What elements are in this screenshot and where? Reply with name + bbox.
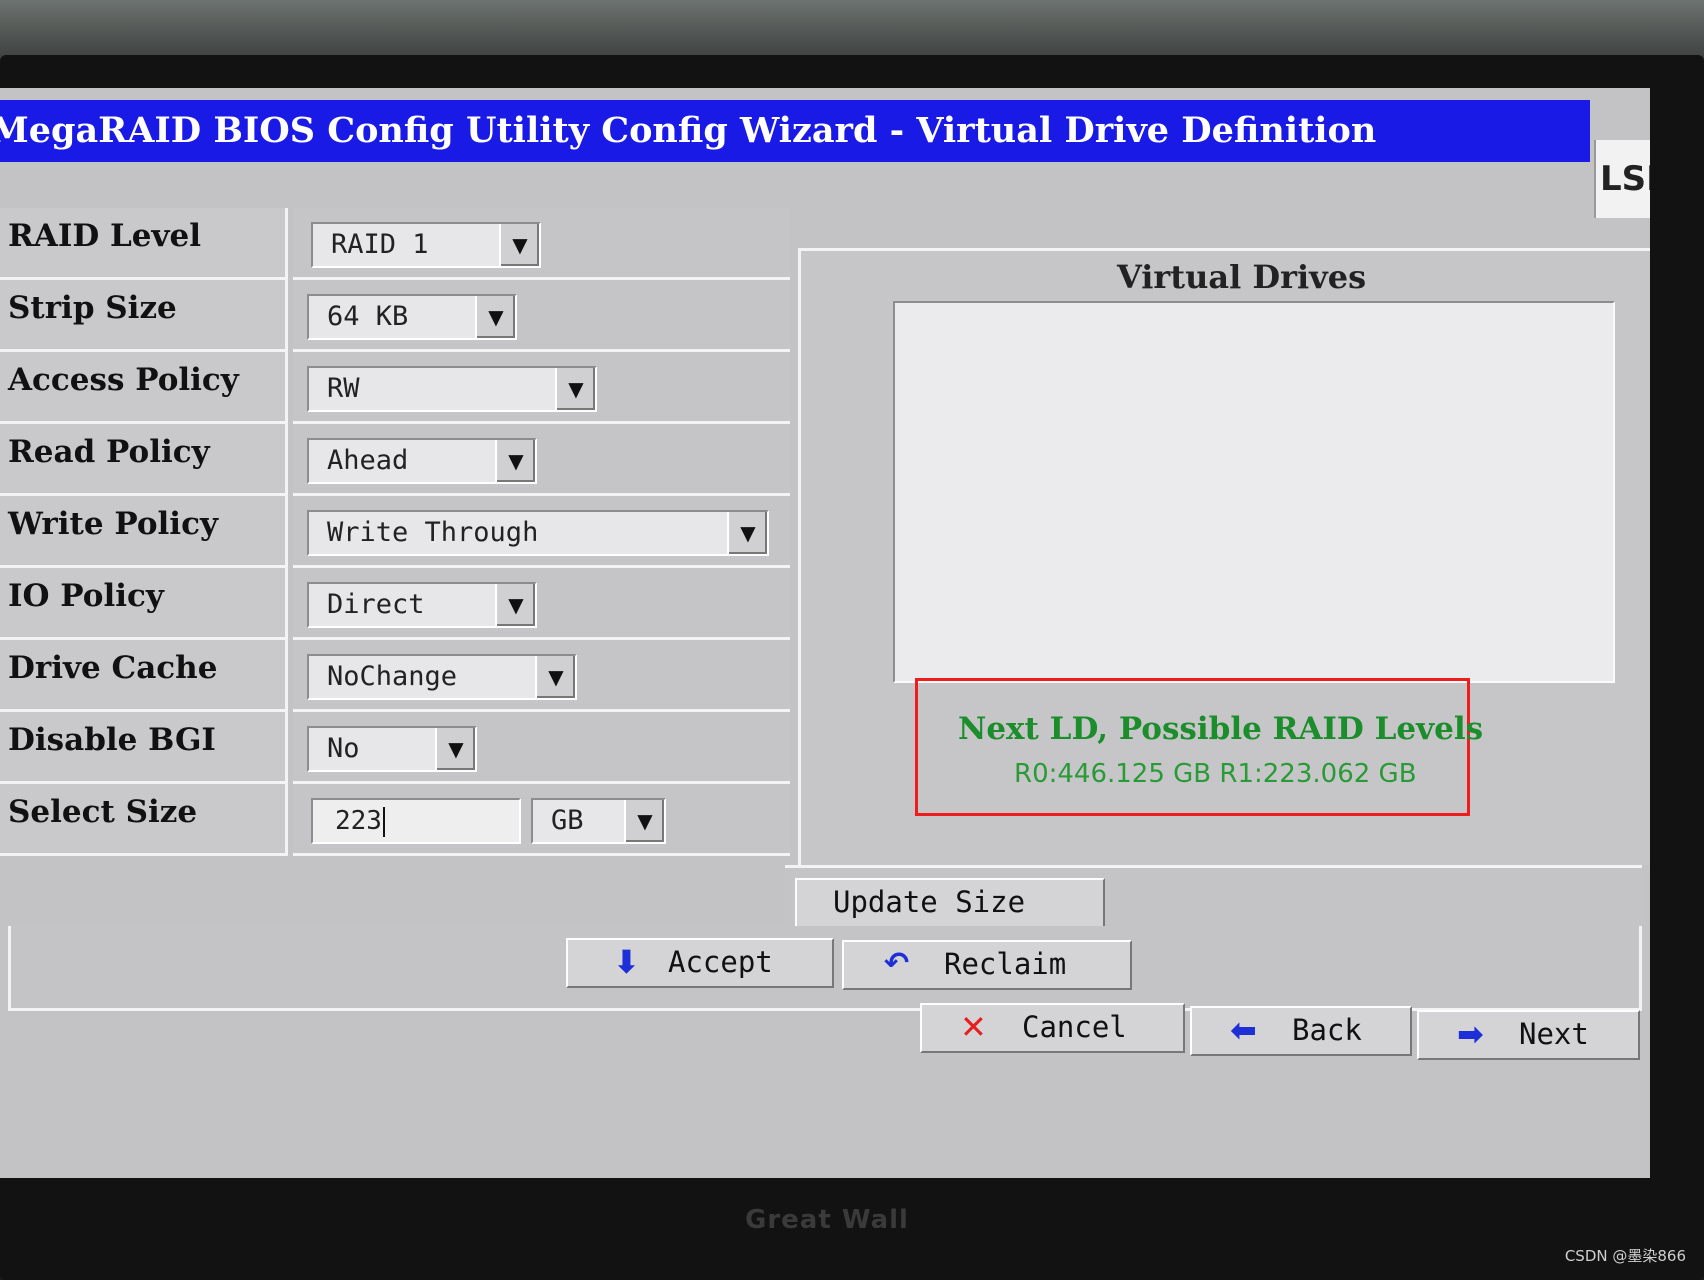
- chevron-down-icon[interactable]: ▼: [555, 368, 595, 410]
- text-caret: [382, 806, 385, 837]
- row-strip-size: Strip Size 64 KB ▼: [0, 280, 790, 352]
- size-unit-select[interactable]: GB ▼: [531, 798, 666, 844]
- undo-icon: ↶: [884, 946, 910, 981]
- io-policy-select[interactable]: Direct ▼: [307, 582, 537, 628]
- bios-screen: MegaRAID BIOS Config Utility Config Wiza…: [0, 88, 1650, 1178]
- accept-button[interactable]: ⬇ Accept: [566, 938, 834, 988]
- row-read-policy: Read Policy Ahead ▼: [0, 424, 790, 496]
- read-policy-select[interactable]: Ahead ▼: [307, 438, 537, 484]
- row-disable-bgi: Disable BGI No ▼: [0, 712, 790, 784]
- row-write-policy: Write Policy Write Through ▼: [0, 496, 790, 568]
- back-button[interactable]: ⬅ Back: [1190, 1006, 1412, 1056]
- drive-cache-label: Drive Cache: [0, 640, 288, 712]
- access-policy-value: RW: [327, 373, 360, 404]
- next-ld-values: R0:446.125 GB R1:223.062 GB: [1014, 759, 1417, 789]
- background-wall: [0, 0, 1704, 60]
- chevron-down-icon[interactable]: ▼: [495, 584, 535, 626]
- write-policy-cell: Write Through ▼: [293, 496, 790, 568]
- disable-bgi-label: Disable BGI: [0, 712, 288, 784]
- strip-size-label: Strip Size: [0, 280, 288, 352]
- io-policy-cell: Direct ▼: [293, 568, 790, 640]
- arrow-right-icon: ➡: [1457, 1015, 1484, 1053]
- raid-level-select[interactable]: RAID 1 ▼: [311, 222, 541, 268]
- write-policy-select[interactable]: Write Through ▼: [307, 510, 769, 556]
- io-policy-label: IO Policy: [0, 568, 288, 640]
- window-title: MegaRAID BIOS Config Utility Config Wiza…: [0, 100, 1590, 162]
- next-label: Next: [1519, 1017, 1589, 1051]
- next-ld-highlight: Next LD, Possible RAID Levels R0:446.125…: [915, 678, 1483, 816]
- read-policy-label: Read Policy: [0, 424, 288, 496]
- chevron-down-icon[interactable]: ▼: [727, 512, 767, 554]
- reclaim-label: Reclaim: [944, 947, 1067, 981]
- chevron-down-icon[interactable]: ▼: [624, 800, 664, 842]
- io-policy-value: Direct: [327, 589, 425, 620]
- strip-size-value: 64 KB: [327, 301, 409, 332]
- logo-text: LSI: [1600, 159, 1650, 199]
- select-size-label: Select Size: [0, 784, 288, 856]
- row-access-policy: Access Policy RW ▼: [0, 352, 790, 424]
- strip-size-cell: 64 KB ▼: [293, 280, 790, 352]
- virtual-drives-title: Virtual Drives: [1117, 258, 1367, 296]
- back-label: Back: [1292, 1013, 1362, 1047]
- row-drive-cache: Drive Cache NoChange ▼: [0, 640, 790, 712]
- arrow-down-icon: ⬇: [613, 943, 640, 981]
- disable-bgi-cell: No ▼: [293, 712, 790, 784]
- next-ld-title: Next LD, Possible RAID Levels: [958, 711, 1484, 747]
- strip-size-select[interactable]: 64 KB ▼: [307, 294, 517, 340]
- virtual-drives-list[interactable]: [893, 301, 1615, 683]
- next-button[interactable]: ➡ Next: [1417, 1010, 1640, 1060]
- cancel-label: Cancel: [1022, 1010, 1127, 1044]
- monitor-brand: Great Wall: [745, 1205, 909, 1235]
- write-policy-label: Write Policy: [0, 496, 288, 568]
- drive-cache-cell: NoChange ▼: [293, 640, 790, 712]
- row-io-policy: IO Policy Direct ▼: [0, 568, 790, 640]
- arrow-left-icon: ⬅: [1230, 1011, 1257, 1049]
- read-policy-value: Ahead: [327, 445, 409, 476]
- raid-level-value: RAID 1: [331, 229, 429, 260]
- write-policy-value: Write Through: [327, 517, 539, 548]
- chevron-down-icon[interactable]: ▼: [495, 440, 535, 482]
- chevron-down-icon[interactable]: ▼: [499, 224, 539, 266]
- disable-bgi-value: No: [327, 733, 360, 764]
- access-policy-select[interactable]: RW ▼: [307, 366, 597, 412]
- reclaim-button[interactable]: ↶ Reclaim: [842, 940, 1132, 990]
- lsi-logo: LSI⋅⋅: [1594, 140, 1650, 218]
- accept-reclaim-row: ⬇ Accept ↶ Reclaim: [8, 926, 1642, 1011]
- chevron-down-icon[interactable]: ▼: [435, 728, 475, 770]
- drive-cache-value: NoChange: [327, 661, 458, 692]
- row-raid-level: RAID Level RAID 1 ▼: [0, 208, 790, 280]
- access-policy-cell: RW ▼: [293, 352, 790, 424]
- row-select-size: Select Size 223 GB ▼: [0, 784, 790, 856]
- disable-bgi-select[interactable]: No ▼: [307, 726, 477, 772]
- accept-label: Accept: [668, 945, 773, 979]
- size-input[interactable]: 223: [311, 798, 521, 844]
- raid-level-cell: RAID 1 ▼: [293, 208, 790, 280]
- select-size-cell: 223 GB ▼: [293, 784, 790, 856]
- cancel-button[interactable]: ✕ Cancel: [920, 1003, 1185, 1053]
- size-unit-value: GB: [551, 805, 584, 836]
- raid-level-label: RAID Level: [0, 208, 288, 280]
- chevron-down-icon[interactable]: ▼: [535, 656, 575, 698]
- access-policy-label: Access Policy: [0, 352, 288, 424]
- close-icon: ✕: [960, 1008, 987, 1046]
- size-value: 223: [335, 806, 382, 836]
- drive-cache-select[interactable]: NoChange ▼: [307, 654, 577, 700]
- update-size-label: Update Size: [833, 885, 1026, 919]
- watermark: CSDN @墨染866: [1564, 1247, 1686, 1265]
- chevron-down-icon[interactable]: ▼: [475, 296, 515, 338]
- update-size-button[interactable]: Update Size: [795, 878, 1105, 928]
- read-policy-cell: Ahead ▼: [293, 424, 790, 496]
